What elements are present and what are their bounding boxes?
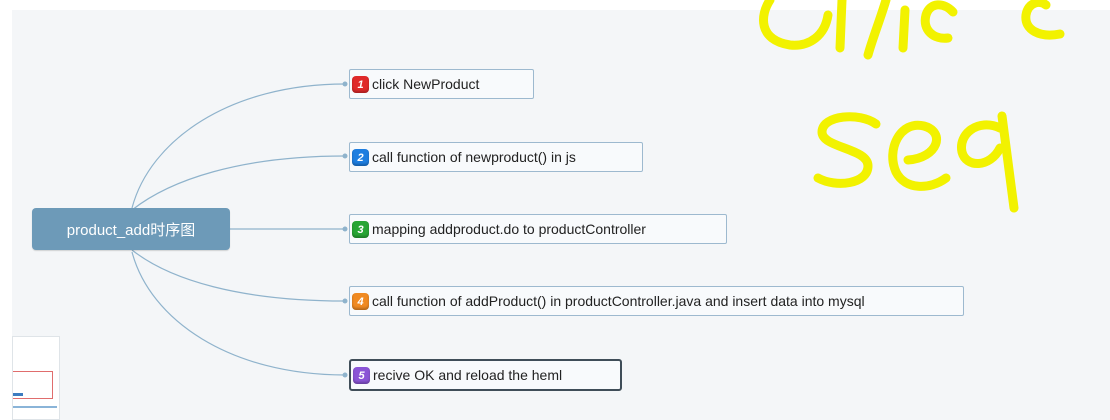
topic-node-4[interactable]: 4 call function of addProduct() in produ… — [349, 286, 964, 316]
topic-node-4-label: call function of addProduct() in product… — [372, 293, 865, 309]
topic-node-1-label: click NewProduct — [372, 76, 480, 92]
priority-1-icon: 1 — [352, 76, 369, 93]
priority-2-icon: 2 — [352, 149, 369, 166]
priority-4-icon: 4 — [352, 293, 369, 310]
topic-node-3-label: mapping addproduct.do to productControll… — [372, 221, 646, 237]
priority-5-icon: 5 — [353, 367, 370, 384]
topic-node-1[interactable]: 1 click NewProduct — [349, 69, 534, 99]
topic-node-3[interactable]: 3 mapping addproduct.do to productContro… — [349, 214, 727, 244]
topic-node-2-label: call function of newproduct() in js — [372, 149, 576, 165]
topic-node-2[interactable]: 2 call function of newproduct() in js — [349, 142, 643, 172]
priority-3-icon: 3 — [352, 221, 369, 238]
topic-node-5-label: recive OK and reload the heml — [373, 367, 563, 383]
thumbnail-mark — [13, 393, 23, 396]
root-topic[interactable]: product_add时序图 — [32, 208, 230, 250]
overview-thumbnail[interactable] — [12, 336, 60, 420]
thumbnail-line — [13, 406, 57, 408]
root-topic-label: product_add时序图 — [66, 221, 196, 239]
topic-node-5[interactable]: 5 recive OK and reload the heml — [349, 359, 622, 391]
